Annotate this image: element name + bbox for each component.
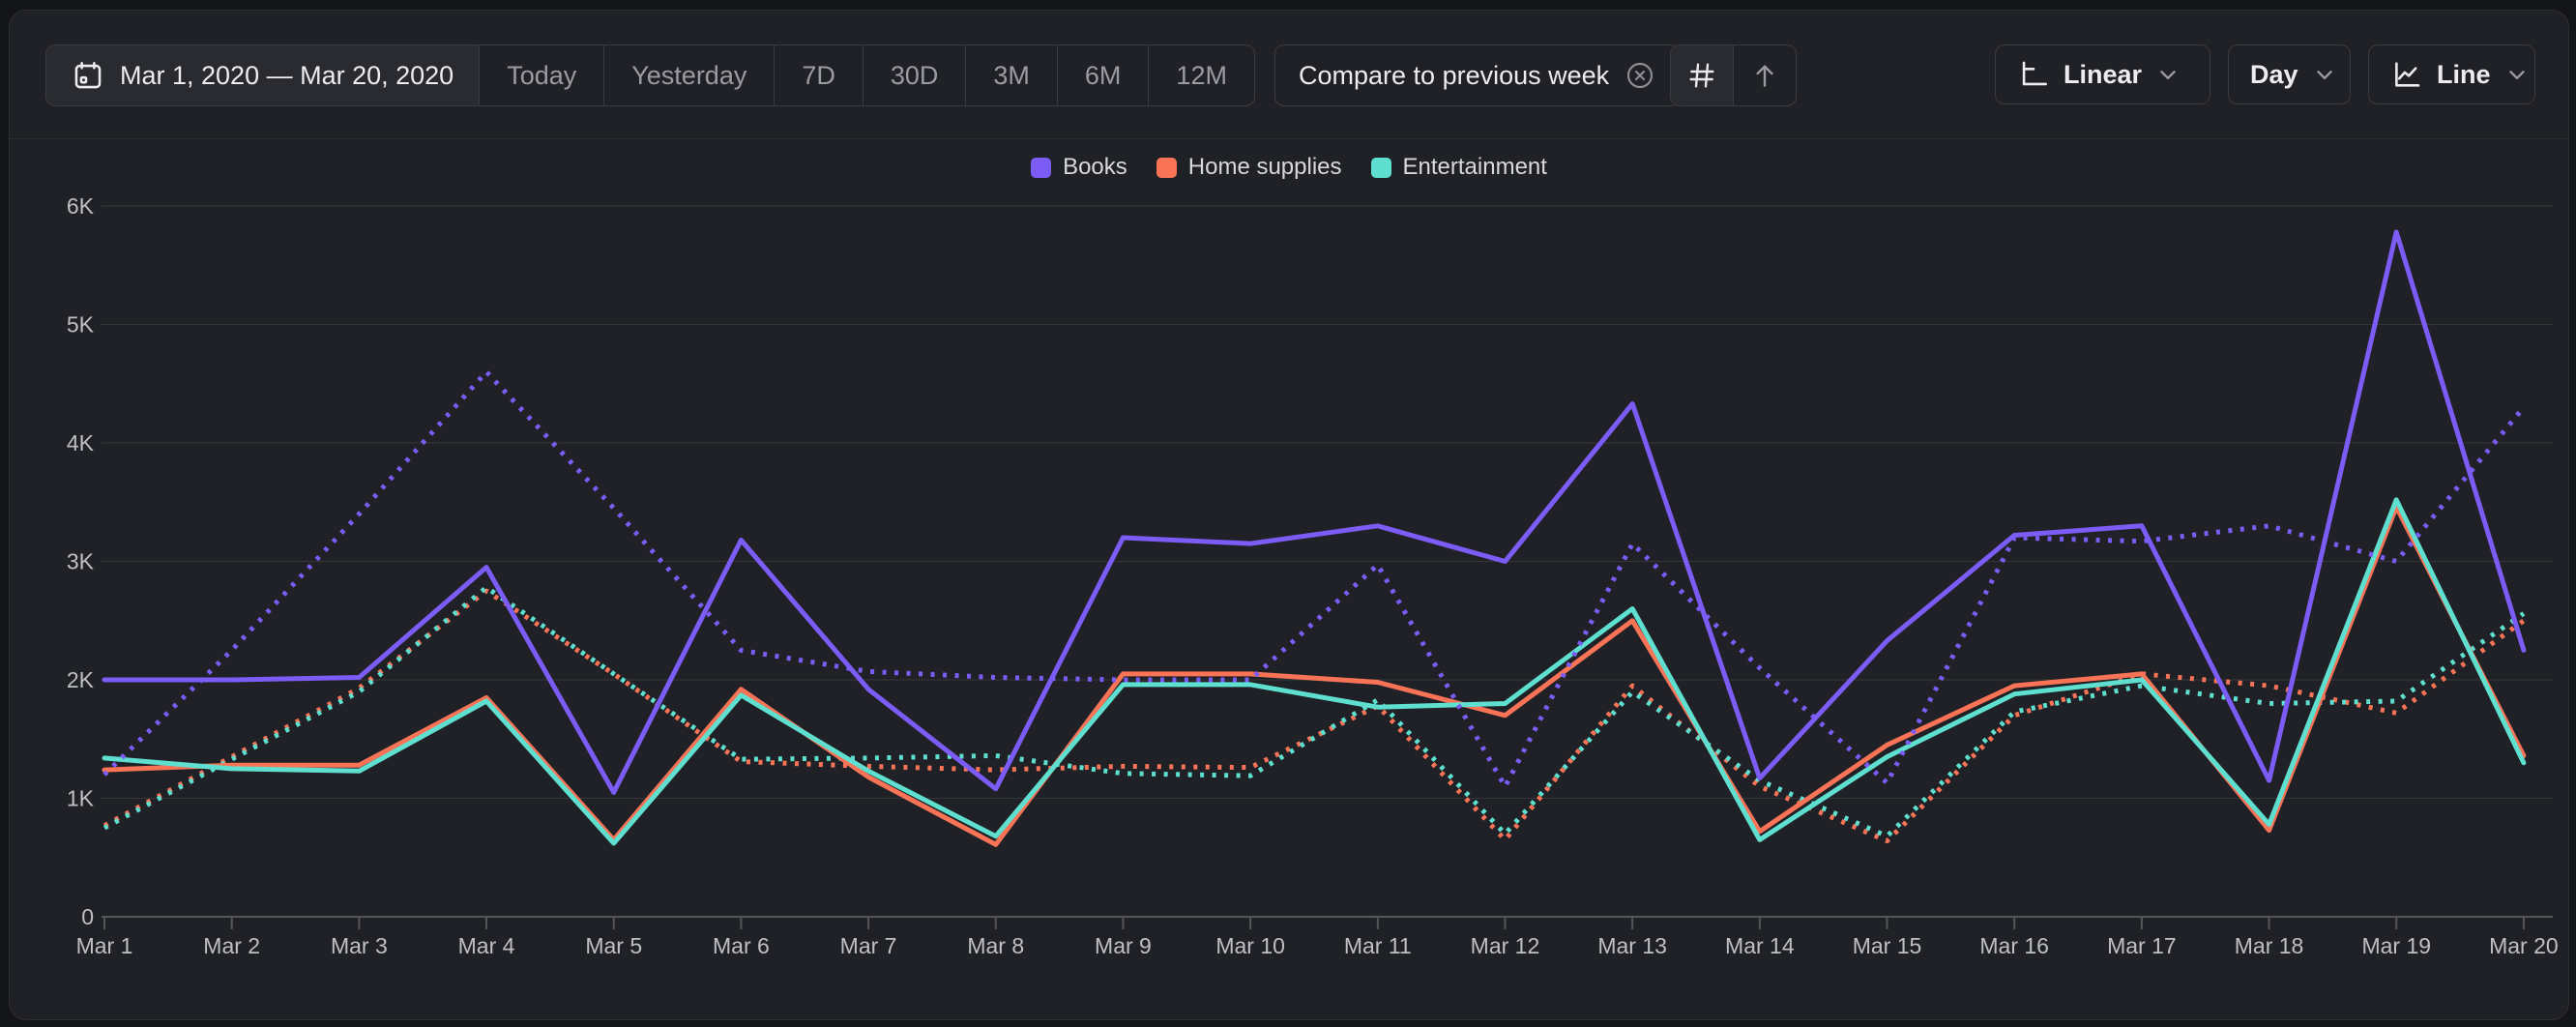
- chart-legend: Books Home supplies Entertainment: [10, 154, 2568, 181]
- legend-swatch: [1031, 158, 1051, 178]
- linear-scale-icon: [2017, 58, 2050, 91]
- granularity-dropdown[interactable]: Day: [2228, 44, 2351, 104]
- date-range-label: Mar 1, 2020 — Mar 20, 2020: [120, 61, 454, 91]
- chevron-down-icon: [2312, 62, 2337, 87]
- legend-item-entertainment[interactable]: Entertainment: [1371, 154, 1547, 181]
- date-range-group: Mar 1, 2020 — Mar 20, 2020 TodayYesterda…: [45, 44, 1255, 106]
- preset-6m[interactable]: 6M: [1058, 45, 1150, 105]
- preset-yesterday[interactable]: Yesterday: [604, 45, 775, 105]
- preset-30d[interactable]: 30D: [864, 45, 967, 105]
- granularity-dropdown-label: Day: [2250, 60, 2298, 90]
- grid-toggle-button[interactable]: [1671, 45, 1733, 105]
- legend-label: Books: [1063, 154, 1127, 181]
- arrow-up-icon: [1749, 60, 1780, 91]
- chart-card: Mar 1, 2020 — Mar 20, 2020 TodayYesterda…: [9, 10, 2569, 1020]
- preset-3m[interactable]: 3M: [966, 45, 1058, 105]
- date-range-button[interactable]: Mar 1, 2020 — Mar 20, 2020: [46, 45, 480, 105]
- toolbar-divider: [10, 138, 2568, 139]
- chevron-down-icon: [2504, 62, 2530, 87]
- grid-icon: [1686, 60, 1717, 91]
- calendar-icon: [72, 59, 104, 92]
- legend-label: Entertainment: [1403, 154, 1547, 181]
- close-circle-icon[interactable]: [1625, 60, 1655, 91]
- preset-today[interactable]: Today: [480, 45, 604, 105]
- chevron-down-icon: [2155, 62, 2181, 87]
- export-button[interactable]: [1733, 45, 1796, 105]
- scale-dropdown[interactable]: Linear: [1995, 44, 2210, 104]
- chart-type-dropdown-label: Line: [2437, 60, 2491, 90]
- chart-type-dropdown[interactable]: Line: [2368, 44, 2535, 104]
- dashboard: Mar 1, 2020 — Mar 20, 2020 TodayYesterda…: [0, 0, 2576, 1027]
- legend-swatch: [1156, 158, 1177, 178]
- legend-item-books[interactable]: Books: [1031, 154, 1127, 181]
- scale-dropdown-label: Linear: [2064, 60, 2142, 90]
- chart-tools-group: [1670, 44, 1797, 106]
- compare-chip[interactable]: Compare to previous week: [1274, 44, 1680, 106]
- compare-chip-label: Compare to previous week: [1299, 61, 1609, 91]
- legend-swatch: [1371, 158, 1391, 178]
- preset-7d[interactable]: 7D: [775, 45, 864, 105]
- line-chart-icon: [2390, 58, 2423, 91]
- legend-label: Home supplies: [1188, 154, 1342, 181]
- legend-item-home-supplies[interactable]: Home supplies: [1156, 154, 1342, 181]
- preset-12m[interactable]: 12M: [1149, 45, 1254, 105]
